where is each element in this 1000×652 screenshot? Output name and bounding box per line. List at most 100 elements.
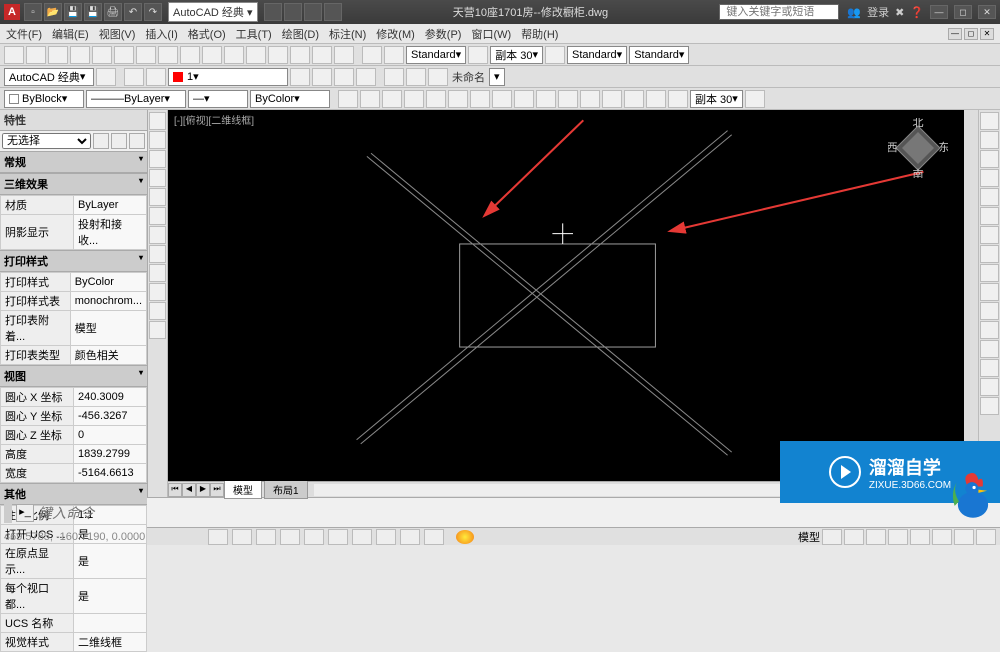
copy-icon[interactable] — [980, 131, 999, 149]
qat-icon[interactable] — [284, 3, 302, 21]
section-view[interactable]: 视图 — [0, 365, 147, 387]
region-icon[interactable] — [149, 321, 166, 339]
text-icon[interactable] — [149, 245, 166, 263]
login-link[interactable]: 登录 — [867, 4, 889, 20]
scale-icon[interactable] — [980, 245, 999, 263]
status-icon[interactable] — [954, 529, 974, 545]
search-input[interactable] — [719, 4, 839, 20]
mleaderstyle-combo[interactable]: Standard ▾ — [629, 46, 689, 64]
selectobj-icon[interactable] — [129, 133, 145, 149]
qat-icon[interactable] — [264, 3, 282, 21]
tool-icon[interactable] — [268, 46, 288, 64]
break-icon[interactable] — [980, 321, 999, 339]
menu-tools[interactable]: 工具(T) — [236, 26, 272, 42]
lineweight-combo[interactable]: — ▾ — [188, 90, 248, 108]
hatch-icon[interactable] — [149, 226, 166, 244]
infocenter-icon[interactable]: 👥 — [847, 6, 861, 19]
menu-help[interactable]: 帮助(H) — [521, 26, 558, 42]
redo-icon[interactable]: ↷ — [144, 3, 162, 21]
plot-icon[interactable]: 🖨 — [104, 3, 122, 21]
cmd-prompt-icon[interactable]: ▸_ — [16, 504, 34, 522]
qat-icon[interactable] — [324, 3, 342, 21]
tool-icon[interactable] — [406, 68, 426, 86]
tool-icon[interactable] — [146, 68, 166, 86]
new-icon[interactable]: ▫ — [24, 3, 42, 21]
undo-icon[interactable]: ↶ — [124, 3, 142, 21]
circle-icon[interactable] — [149, 150, 166, 168]
tool-icon[interactable] — [745, 90, 765, 108]
section-general[interactable]: 常规 — [0, 151, 147, 173]
menu-parametric[interactable]: 参数(P) — [425, 26, 462, 42]
tool-icon[interactable] — [624, 90, 644, 108]
dimstyle-combo2[interactable]: 副本 30 ▾ — [690, 90, 743, 108]
menu-modify[interactable]: 修改(M) — [376, 26, 415, 42]
workspace-combo[interactable]: AutoCAD 经典 ▾ — [4, 68, 94, 86]
tool-icon[interactable] — [384, 46, 404, 64]
erase-icon[interactable] — [980, 112, 999, 130]
tool-icon[interactable] — [312, 46, 332, 64]
tool-icon[interactable] — [492, 90, 512, 108]
tool-icon[interactable] — [404, 90, 424, 108]
polar-toggle[interactable] — [280, 529, 300, 545]
model-paper-toggle[interactable]: 模型 — [798, 529, 820, 545]
tool-icon[interactable] — [338, 90, 358, 108]
tool-icon[interactable] — [646, 90, 666, 108]
tool-icon[interactable] — [202, 46, 222, 64]
extend-icon[interactable] — [980, 302, 999, 320]
tool-icon[interactable] — [426, 90, 446, 108]
offset-icon[interactable] — [980, 169, 999, 187]
rect-icon[interactable] — [149, 188, 166, 206]
tool-icon[interactable] — [92, 46, 112, 64]
explode-icon[interactable] — [980, 397, 999, 415]
status-icon[interactable] — [910, 529, 930, 545]
help-icon[interactable]: ❓ — [910, 6, 924, 19]
point-icon[interactable] — [149, 264, 166, 282]
menu-format[interactable]: 格式(O) — [188, 26, 226, 42]
trim-icon[interactable] — [980, 283, 999, 301]
osnap-toggle[interactable] — [304, 529, 324, 545]
stretch-icon[interactable] — [980, 264, 999, 282]
status-icon[interactable] — [888, 529, 908, 545]
chamfer-icon[interactable] — [980, 359, 999, 377]
section-other[interactable]: 其他 — [0, 483, 147, 505]
viewcube[interactable]: 北 南 东 西 — [888, 118, 948, 178]
open-icon[interactable]: 📂 — [44, 3, 62, 21]
otrack-toggle[interactable] — [328, 529, 348, 545]
snap-toggle[interactable] — [208, 529, 228, 545]
menu-window[interactable]: 窗口(W) — [471, 26, 511, 42]
tool-icon[interactable] — [668, 90, 688, 108]
tool-icon[interactable] — [290, 46, 310, 64]
pline-icon[interactable] — [149, 131, 166, 149]
tool-icon[interactable] — [470, 90, 490, 108]
ellipse-icon[interactable] — [149, 207, 166, 225]
qp-toggle[interactable] — [424, 529, 444, 545]
tool-icon[interactable] — [514, 90, 534, 108]
join-icon[interactable] — [980, 340, 999, 358]
tab-next-icon[interactable]: ▶ — [196, 483, 210, 497]
menu-view[interactable]: 视图(V) — [99, 26, 136, 42]
line-icon[interactable] — [149, 112, 166, 130]
command-input[interactable] — [38, 505, 996, 521]
save-icon[interactable]: 💾 — [64, 3, 82, 21]
textstyle-combo[interactable]: Standard ▾ — [406, 46, 466, 64]
table-icon[interactable] — [149, 302, 166, 320]
viewport-label[interactable]: [-][俯视][二维线框] — [174, 112, 254, 127]
drawing-canvas[interactable]: [-][俯视][二维线框] — [168, 110, 978, 481]
tool-icon[interactable] — [580, 90, 600, 108]
grid-toggle[interactable] — [232, 529, 252, 545]
group-combo[interactable]: ▾ — [489, 68, 505, 86]
fillet-icon[interactable] — [980, 378, 999, 396]
menu-dimension[interactable]: 标注(N) — [329, 26, 366, 42]
tool-icon[interactable] — [536, 90, 556, 108]
tool-icon[interactable] — [114, 46, 134, 64]
status-icon[interactable] — [822, 529, 842, 545]
tool-icon[interactable] — [124, 68, 144, 86]
sun-icon[interactable] — [456, 530, 474, 544]
saveas-icon[interactable]: 💾 — [84, 3, 102, 21]
dyn-toggle[interactable] — [376, 529, 396, 545]
status-icon[interactable] — [932, 529, 952, 545]
menu-edit[interactable]: 编辑(E) — [52, 26, 89, 42]
color-combo[interactable]: ByBlock ▾ — [4, 90, 84, 108]
array-icon[interactable] — [980, 188, 999, 206]
tool-icon[interactable] — [312, 68, 332, 86]
